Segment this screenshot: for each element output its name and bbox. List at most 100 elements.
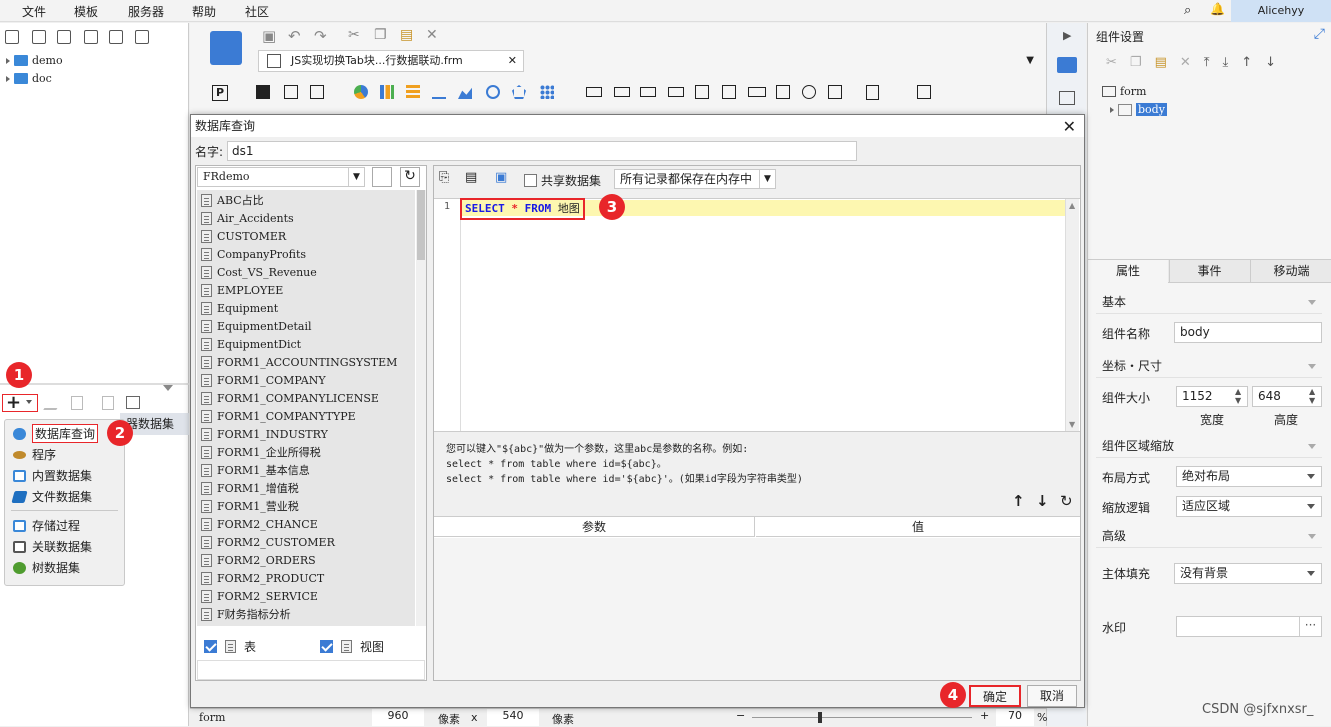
table-list-item[interactable]: FORM2_ORDERS [201, 551, 316, 569]
preview-icon[interactable]: ⎘ [438, 169, 458, 189]
open-icon[interactable] [57, 30, 71, 44]
undo-icon[interactable]: ↶ [288, 27, 301, 45]
cache-select[interactable]: 所有记录都保存在内存中 ▼ [614, 169, 776, 189]
arrow-down-icon[interactable]: ↓ [1036, 492, 1049, 510]
table-list-item[interactable]: FORM1_营业税 [201, 497, 299, 515]
table-list-item[interactable]: FORM1_增值税 [201, 479, 299, 497]
zoom-input[interactable]: 70 [996, 709, 1034, 726]
hbar-chart-icon[interactable] [406, 85, 420, 99]
copy-icon[interactable]: ❐ [374, 27, 387, 43]
settings-icon[interactable] [84, 30, 98, 44]
tab-properties[interactable]: 属性 [1088, 260, 1168, 283]
table-list-item[interactable]: EMPLOYEE [201, 281, 283, 299]
layout-block-icon[interactable] [256, 85, 270, 99]
user-name[interactable]: Alicehyy [1231, 0, 1331, 22]
search-widget-icon[interactable] [866, 85, 879, 100]
paste-icon[interactable]: ▤ [1155, 55, 1180, 70]
save-icon[interactable]: ▣ [262, 27, 276, 45]
table-list-item[interactable]: Equipment [201, 299, 278, 317]
table-list-item[interactable]: CompanyProfits [201, 245, 306, 263]
view-checkbox[interactable] [320, 640, 333, 653]
more-icon[interactable]: ··· [1299, 617, 1321, 636]
editor-scrollbar[interactable]: ▲ ▼ [1065, 199, 1079, 431]
expand-panel-icon[interactable]: ⤢ [1314, 26, 1325, 42]
sql-editor[interactable]: 1 SELECT * FROM 地图 ▲ ▼ [434, 198, 1080, 432]
preview-icon[interactable] [102, 396, 114, 410]
copy-icon[interactable]: ❐ [1130, 55, 1155, 70]
table-filter[interactable]: 表 [204, 638, 256, 655]
scroll-thumb[interactable] [417, 190, 425, 260]
table-list-item[interactable]: CUSTOMER [201, 227, 286, 245]
widget-list-icon[interactable] [1057, 57, 1077, 73]
redo-icon[interactable]: ↷ [314, 27, 327, 45]
pie-chart-icon[interactable] [354, 85, 368, 99]
table-list-item[interactable]: FORM2_PRODUCT [201, 569, 324, 587]
scroll-down-icon[interactable]: ▼ [1069, 420, 1075, 429]
db-connection-icon[interactable] [372, 167, 392, 187]
table-list-item[interactable]: Cost_VS_Revenue [201, 263, 317, 281]
cancel-button[interactable]: 取消 [1027, 685, 1077, 707]
table-search-input[interactable] [197, 660, 425, 680]
zoom-slider[interactable] [752, 717, 972, 718]
new-folder-icon[interactable] [32, 30, 46, 44]
section-coord[interactable]: 坐标・尺寸 [1096, 354, 1322, 378]
expand-icon[interactable] [6, 75, 10, 82]
view-filter[interactable]: 视图 [320, 638, 384, 655]
new-file-icon[interactable] [5, 30, 19, 44]
table-list-item[interactable]: FORM2_SERVICE [201, 587, 318, 605]
number-widget-icon[interactable] [748, 87, 766, 97]
paste-icon[interactable]: ▤ [400, 27, 413, 43]
table-list-item[interactable]: FORM2_CUSTOMER [201, 533, 335, 551]
tab-mobile[interactable]: 移动端 [1250, 260, 1331, 283]
bell-icon[interactable]: 🔔 [1210, 2, 1225, 16]
collapse-right-icon[interactable]: ▶ [1063, 29, 1071, 42]
zoom-out-icon[interactable]: − [736, 709, 745, 722]
text-widget-icon[interactable] [586, 87, 602, 97]
menu-file-dataset[interactable]: 文件数据集 [11, 488, 92, 505]
table-list-item[interactable]: FORM1_基本信息 [201, 461, 310, 479]
layout-list-icon[interactable] [1059, 91, 1075, 105]
close-tab-icon[interactable]: ✕ [508, 51, 517, 71]
menu-template[interactable]: 模板 [74, 3, 98, 20]
watermark-input[interactable]: ··· [1176, 616, 1322, 637]
section-advanced[interactable]: 高级 [1096, 524, 1322, 548]
table-list-item[interactable]: F财务指标分析 [201, 605, 291, 623]
zoom-in-icon[interactable]: + [980, 709, 989, 722]
table-list-item[interactable]: ABC占比 [201, 191, 264, 209]
server-dataset-icon[interactable] [126, 396, 140, 409]
expand-icon[interactable] [6, 57, 10, 64]
delete-icon[interactable] [109, 30, 123, 44]
area-chart-icon[interactable] [458, 87, 472, 99]
arrow-up-icon[interactable]: ↑ [1012, 492, 1025, 510]
param-pane-icon[interactable]: P [212, 85, 228, 101]
cut-icon[interactable]: ✂ [1106, 55, 1130, 70]
bar-chart-icon[interactable] [380, 85, 394, 99]
move-down-icon[interactable]: ↓ [1265, 55, 1289, 70]
table-list-item[interactable]: EquipmentDetail [201, 317, 312, 335]
menu-stored-procedure[interactable]: 存储过程 [13, 517, 80, 534]
layout-select[interactable]: 绝对布局 [1176, 466, 1322, 487]
scatter-chart-icon[interactable] [540, 85, 554, 99]
table-scrollbar[interactable] [416, 190, 426, 626]
zoom-slider-thumb[interactable] [818, 712, 822, 723]
more-widget-icon[interactable] [917, 85, 931, 99]
close-icon[interactable]: ✕ [1063, 116, 1076, 138]
width-stepper[interactable]: ▲ ▼ [1235, 387, 1241, 405]
share-checkbox[interactable] [524, 174, 537, 187]
dataset-name-input[interactable]: ds1 [227, 141, 857, 161]
search-icon[interactable]: ⌕ [1184, 3, 1191, 18]
checkbox-widget-icon[interactable] [828, 85, 842, 99]
tab-menu-icon[interactable]: ▼ [1026, 55, 1034, 66]
scale-select[interactable]: 适应区域 [1176, 496, 1322, 517]
table-list-item[interactable]: EquipmentDict [201, 335, 301, 353]
radar-chart-icon[interactable] [512, 85, 526, 99]
component-name-input[interactable]: body [1174, 322, 1322, 343]
move-bottom-icon[interactable]: ⤓ [1223, 55, 1242, 70]
tree-item-demo[interactable]: demo [6, 54, 63, 67]
sql-builder-icon[interactable]: ▣ [494, 169, 514, 189]
refresh-icon[interactable]: ↻ [400, 167, 420, 187]
save-icon[interactable]: ▤ [464, 169, 484, 189]
copy-icon[interactable] [135, 30, 149, 44]
clear-icon[interactable]: ✕ [426, 27, 438, 43]
section-basic[interactable]: 基本 [1096, 290, 1322, 314]
